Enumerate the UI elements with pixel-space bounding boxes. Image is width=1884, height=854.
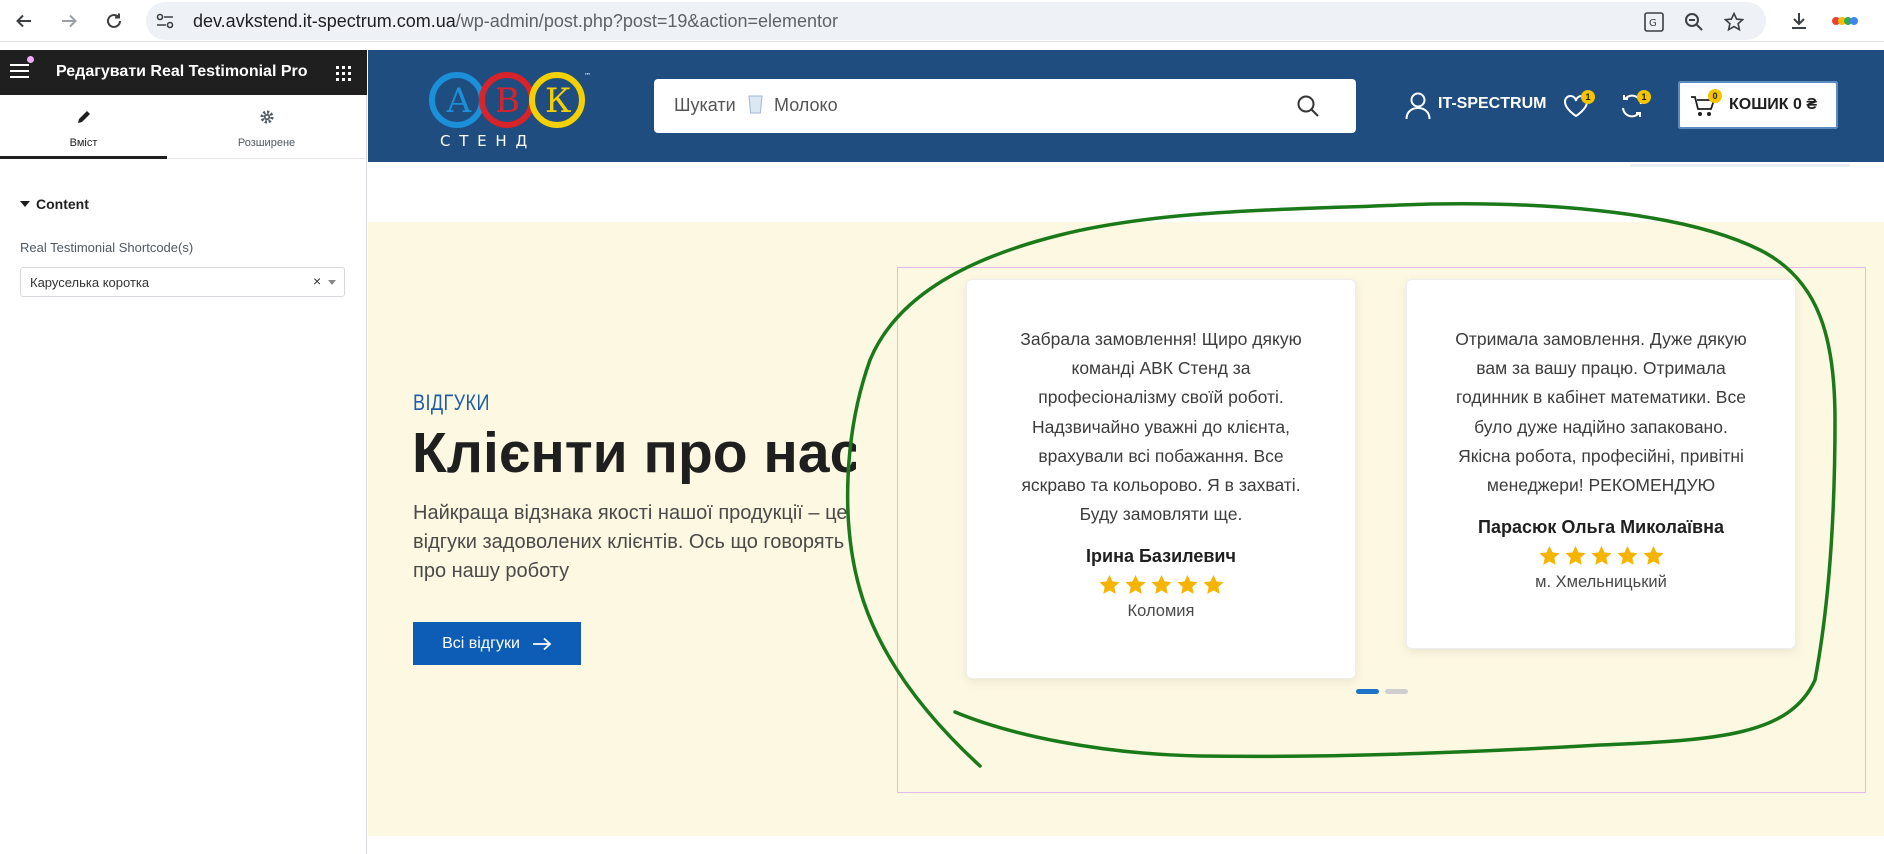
- section-description-line: відгуки задоволених клієнтів. Ось що гов…: [413, 531, 845, 553]
- shortcode-select[interactable]: Каруселька коротка ×: [20, 267, 345, 297]
- rating-stars: [1407, 545, 1795, 567]
- testimonial-quote: Забрала замовлення! Щиро дякую команді А…: [967, 325, 1355, 529]
- all-reviews-button[interactable]: Всі відгуки: [413, 622, 581, 665]
- back-arrow-icon[interactable]: [12, 9, 36, 33]
- section-eyebrow: ВІДГУКИ: [413, 390, 490, 415]
- star-icon: [1617, 546, 1637, 566]
- carousel-pagination: [1356, 689, 1408, 694]
- quote-line: Надзвичайно уважні до клієнта,: [1031, 416, 1291, 437]
- url-text: dev.avkstend.it-spectrum.com.ua/wp-admin…: [193, 11, 839, 31]
- section-title: Content: [36, 196, 89, 212]
- control-label: Real Testimonial Shortcode(s): [20, 240, 194, 255]
- forward-arrow-icon[interactable]: [57, 9, 81, 33]
- quote-line: Буду замовляти ще.: [1079, 504, 1243, 525]
- clear-selection-button[interactable]: ×: [313, 273, 321, 289]
- star-icon: [1591, 546, 1611, 566]
- notification-dot: [27, 56, 34, 63]
- reload-icon[interactable]: [102, 9, 126, 33]
- search-placeholder-item: Молоко: [774, 95, 838, 115]
- panel-title: Редагувати Real Testimonial Pro: [56, 63, 308, 80]
- gear-icon: [183, 107, 350, 127]
- user-icon[interactable]: [1405, 92, 1431, 120]
- arrow-right-icon: [532, 637, 552, 650]
- all-reviews-label: Всі відгуки: [442, 634, 520, 652]
- testimonial-author: Парасюк Ольга Миколаївна: [1478, 517, 1724, 538]
- rating-stars: [967, 574, 1355, 596]
- milk-glass-icon: [748, 95, 763, 114]
- quote-line: вам за вашу працю. Отримала: [1476, 358, 1726, 379]
- quote-line: професіоналізму своїй роботі.: [1038, 387, 1284, 408]
- compare-count-badge: 1: [1637, 90, 1651, 104]
- avk-stend-logo[interactable]: А В К ™ С Т Е Н Д: [424, 66, 604, 150]
- quote-line: Якісна робота, професійні, привітні: [1458, 445, 1744, 466]
- section-description: Найкраща відзнака якості нашої продукції…: [413, 499, 868, 589]
- cart-button[interactable]: 0 КОШИК 0 ₴: [1678, 81, 1838, 129]
- menu-icon[interactable]: [10, 64, 29, 80]
- quote-line: Забрала замовлення! Щиро дякую: [1020, 329, 1302, 349]
- section-description-line: про нашу роботу: [413, 560, 570, 582]
- panel-tabs: Вміст Розширене: [0, 95, 367, 159]
- star-icon[interactable]: [1723, 11, 1745, 33]
- search-placeholder-prefix: Шукати: [674, 95, 736, 115]
- star-icon: [1125, 575, 1145, 595]
- cart-count-badge: 0: [1708, 89, 1722, 103]
- tab-content[interactable]: Вміст: [0, 95, 167, 159]
- logo-letter-k: К: [545, 81, 571, 121]
- download-icon[interactable]: [1787, 9, 1811, 33]
- testimonial-card: Отримала замовлення. Дуже дякую вам за в…: [1406, 279, 1796, 649]
- shortcode-select-value: Каруселька коротка: [30, 275, 150, 290]
- star-icon: [1643, 546, 1663, 566]
- star-icon: [1539, 546, 1559, 566]
- star-icon: [1203, 575, 1223, 595]
- quote-line: Отримала замовлення. Дуже дякую: [1455, 329, 1747, 349]
- quote-line: менеджери! РЕКОМЕНДУЮ: [1486, 475, 1716, 496]
- profile-icon[interactable]: [1830, 9, 1860, 33]
- section-toggle-content[interactable]: Content: [20, 196, 89, 212]
- logo-tm: ™: [584, 72, 591, 80]
- logo-subtitle: С Т Е Н Д: [440, 132, 529, 150]
- account-link[interactable]: IT-SPECTRUM: [1438, 95, 1546, 113]
- quote-line: яскраво та кольорово. Я в захваті.: [1021, 475, 1301, 496]
- site-search-input[interactable]: Шукати Молоко: [654, 79, 1356, 133]
- site-info-icon[interactable]: [156, 13, 174, 29]
- tab-content-label: Вміст: [69, 137, 98, 149]
- star-icon: [1151, 575, 1171, 595]
- testimonial-quote: Отримала замовлення. Дуже дякую вам за в…: [1407, 325, 1795, 500]
- svg-text:G: G: [1649, 18, 1657, 29]
- wishlist-count-badge: 1: [1581, 90, 1595, 104]
- star-icon: [1565, 546, 1585, 566]
- logo-letter-v: В: [495, 81, 520, 121]
- carousel-dot[interactable]: [1385, 689, 1408, 694]
- testimonial-city: м. Хмельницький: [1535, 573, 1667, 592]
- address-bar[interactable]: dev.avkstend.it-spectrum.com.ua/wp-admin…: [146, 2, 1766, 40]
- tab-advanced-label: Розширене: [237, 137, 296, 149]
- tab-advanced[interactable]: Розширене: [183, 95, 350, 159]
- quote-line: годинник в кабінет математики. Все: [1456, 387, 1746, 408]
- section-heading: Клієнти про нас: [412, 421, 856, 485]
- testimonial-city: Коломия: [1127, 602, 1195, 621]
- caret-down-icon: [20, 201, 30, 207]
- panel-header: Редагувати Real Testimonial Pro: [0, 50, 367, 95]
- logo-letter-a: А: [446, 81, 472, 121]
- cart-label: КОШИК 0 ₴: [1729, 96, 1818, 113]
- quote-line: було дуже надійно запаковано.: [1474, 416, 1728, 437]
- zoom-icon[interactable]: [1683, 11, 1705, 33]
- widgets-grid-icon[interactable]: [336, 66, 351, 81]
- quote-line: врахували всі побажання. Все: [1038, 445, 1284, 466]
- section-description-line: Найкраща відзнака якості нашої продукції…: [413, 502, 848, 524]
- chevron-down-icon[interactable]: [328, 280, 336, 285]
- pencil-icon: [0, 107, 167, 127]
- browser-toolbar: dev.avkstend.it-spectrum.com.ua/wp-admin…: [0, 0, 1884, 42]
- testimonial-card: Забрала замовлення! Щиро дякую команді А…: [966, 279, 1356, 679]
- divider-line: [1630, 164, 1850, 167]
- star-icon: [1099, 575, 1119, 595]
- star-icon: [1177, 575, 1197, 595]
- translate-icon[interactable]: G: [1643, 11, 1665, 33]
- carousel-dot[interactable]: [1356, 689, 1379, 694]
- search-icon[interactable]: [1296, 94, 1320, 118]
- elementor-panel: Редагувати Real Testimonial Pro Вміст Ро…: [0, 50, 367, 854]
- quote-line: команді АВК Стенд за: [1071, 358, 1251, 379]
- testimonial-author: Ірина Базилевич: [1086, 546, 1236, 567]
